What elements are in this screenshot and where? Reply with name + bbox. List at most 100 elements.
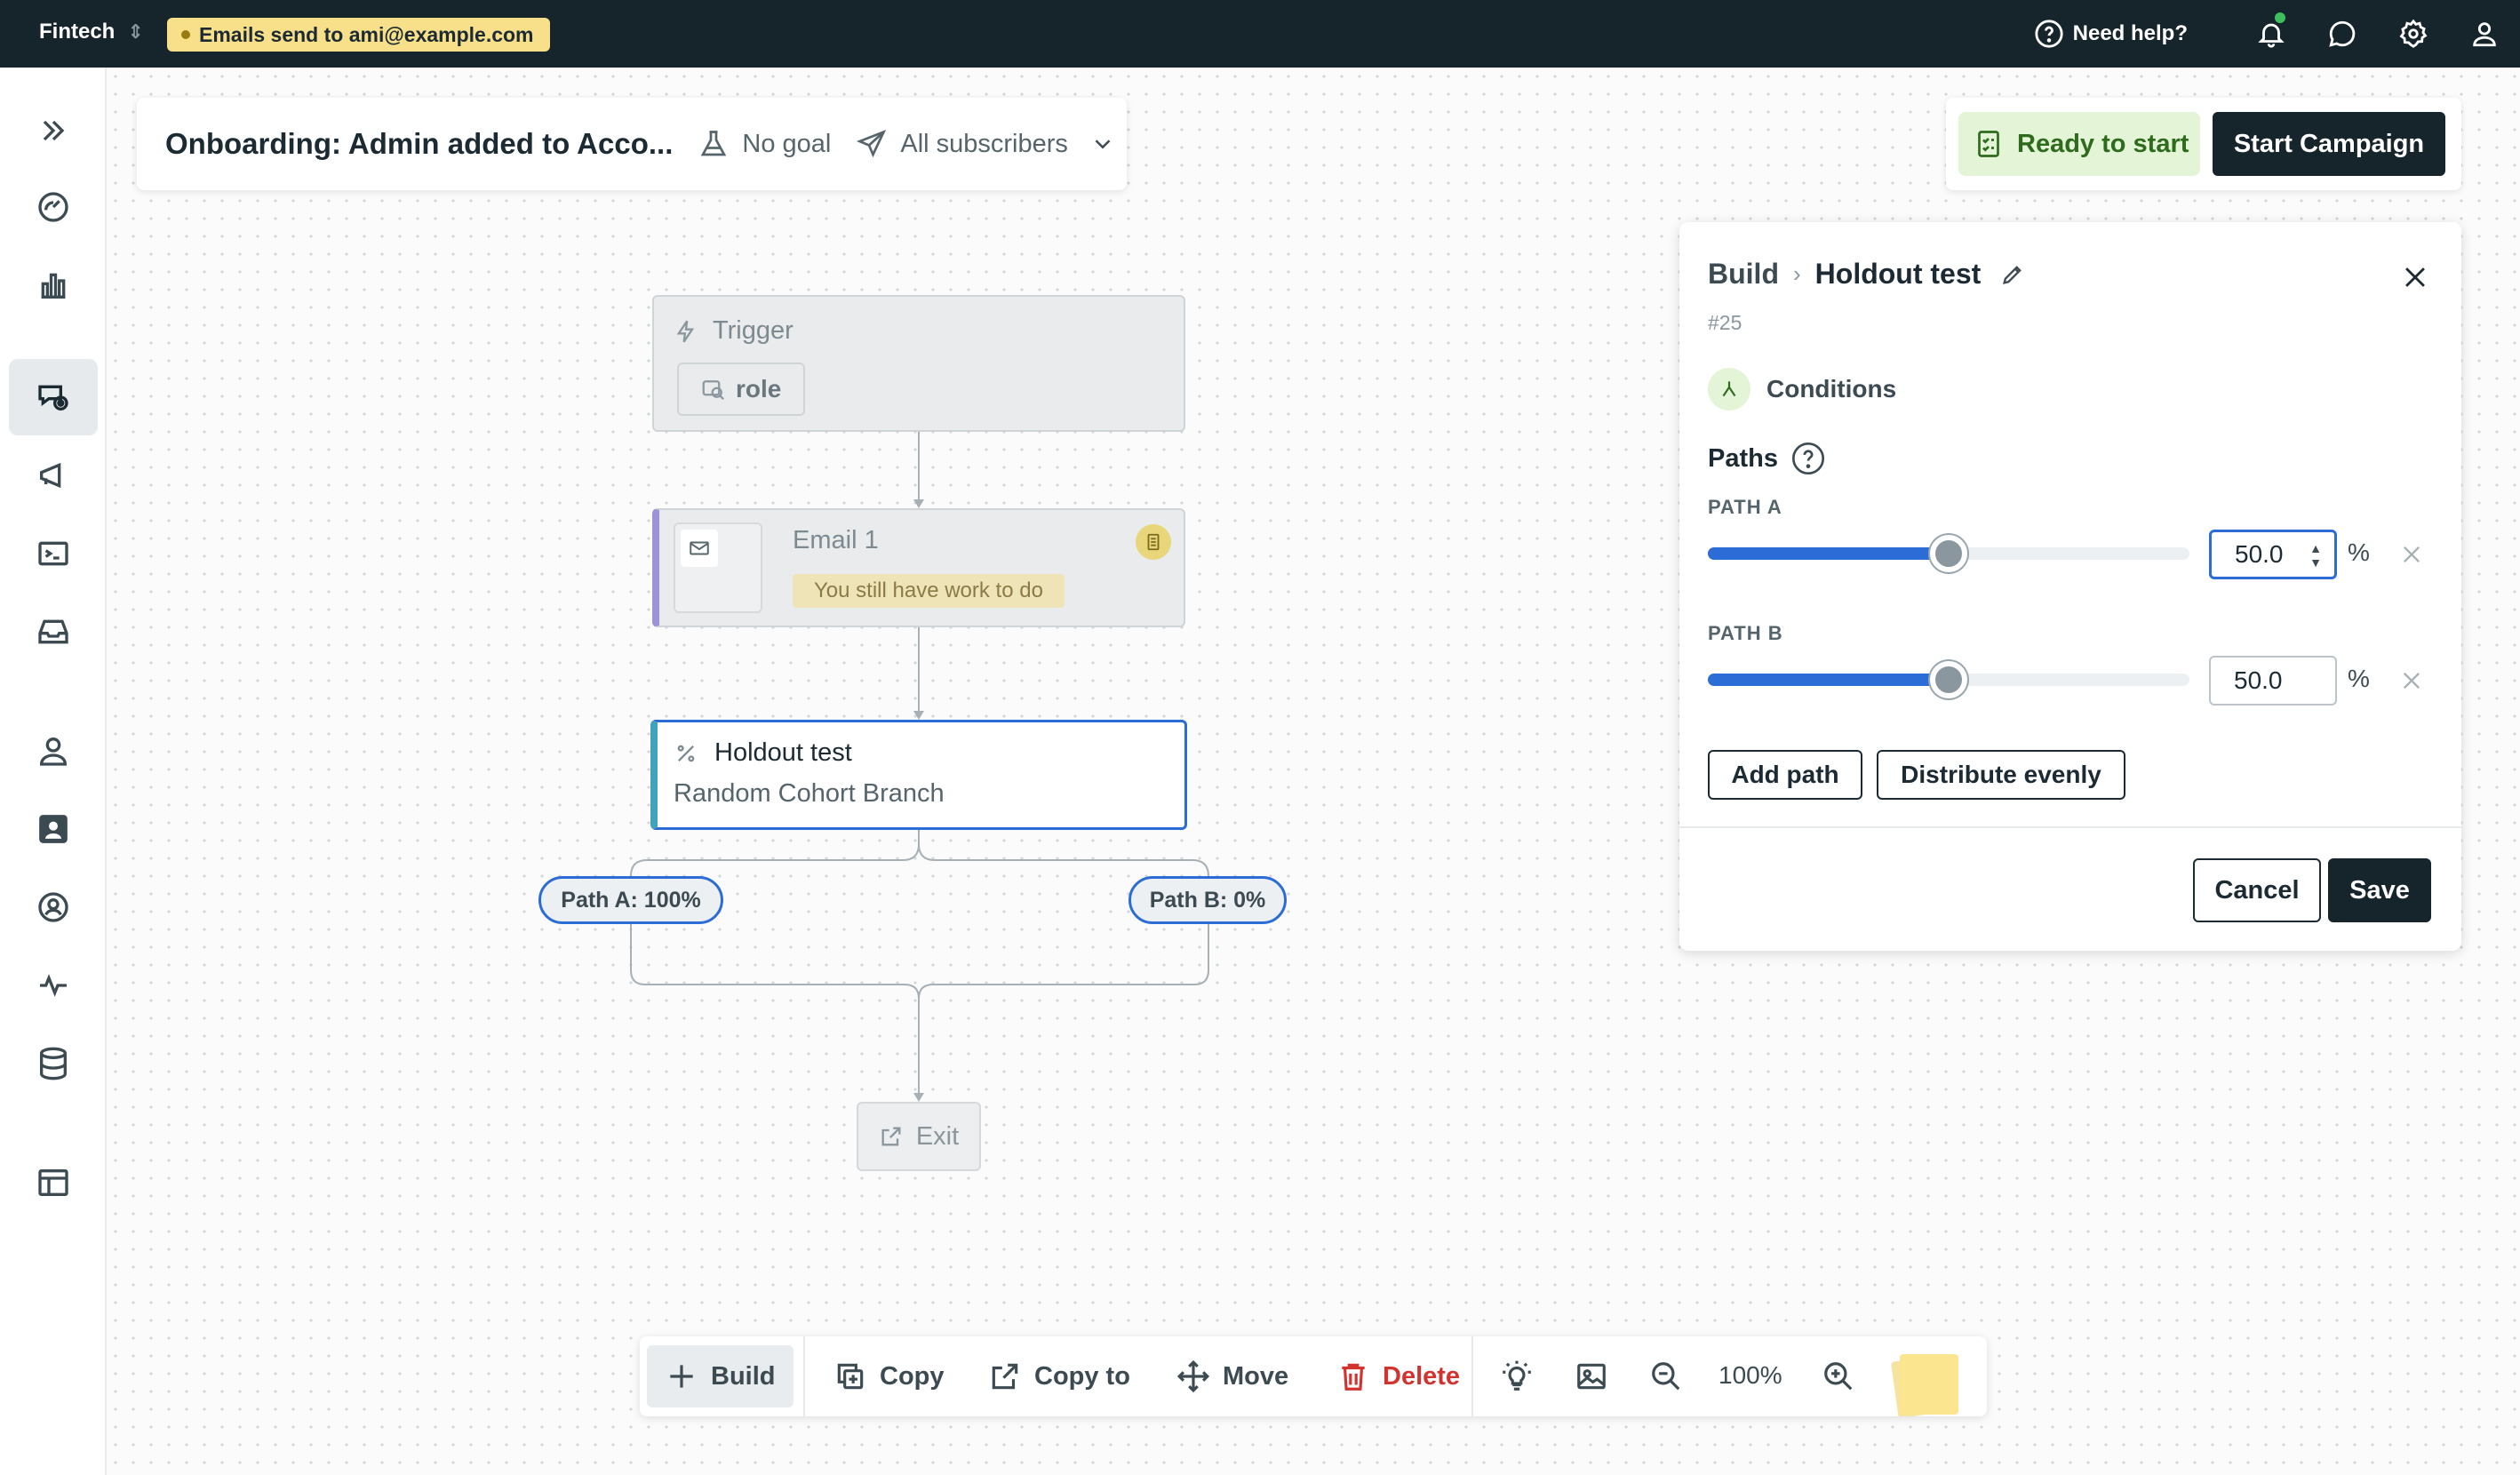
sidebar-item-accounts[interactable] bbox=[9, 869, 98, 945]
close-panel-button[interactable] bbox=[2396, 258, 2435, 297]
sidebar-item-analytics[interactable] bbox=[9, 247, 98, 323]
sticky-note-icon[interactable] bbox=[1891, 1349, 1962, 1416]
status-dot-icon bbox=[181, 30, 190, 39]
people-icon bbox=[39, 815, 68, 843]
path-b-pill[interactable]: Path B: 0% bbox=[1128, 876, 1287, 924]
distribute-evenly-button[interactable]: Distribute evenly bbox=[1877, 750, 2125, 800]
audience-selector[interactable]: All subscribers bbox=[856, 128, 1116, 160]
sidebar-item-activity[interactable] bbox=[9, 947, 98, 1024]
cancel-button[interactable]: Cancel bbox=[2193, 858, 2321, 922]
sidebar-item-broadcasts[interactable] bbox=[9, 437, 98, 514]
workspace-switcher[interactable]: Fintech ⇕ bbox=[39, 20, 144, 44]
help-circle-icon[interactable] bbox=[1790, 441, 1826, 476]
exit-label: Exit bbox=[915, 1121, 960, 1151]
start-campaign-button[interactable]: Start Campaign bbox=[2213, 112, 2445, 176]
zoom-out-button[interactable] bbox=[1635, 1345, 1697, 1407]
path-b-slider-thumb[interactable] bbox=[1930, 661, 1967, 698]
copy-to-label: Copy to bbox=[1034, 1361, 1130, 1391]
build-button[interactable]: Build bbox=[647, 1345, 793, 1407]
campaign-title[interactable]: Onboarding: Admin added to Acco... bbox=[165, 127, 673, 161]
dashboard-icon bbox=[38, 192, 68, 222]
path-b-slider[interactable] bbox=[1708, 661, 2189, 698]
sidebar-item-objects[interactable] bbox=[9, 1144, 98, 1221]
path-b-percent-input[interactable]: 50.0 bbox=[2209, 656, 2337, 706]
zoom-in-icon bbox=[1824, 1362, 1853, 1391]
top-bar: Fintech ⇕ Emails send to ami@example.com… bbox=[0, 0, 2520, 68]
user-icon bbox=[2473, 22, 2496, 47]
messages-button[interactable] bbox=[2307, 0, 2378, 68]
document-icon bbox=[1147, 533, 1160, 551]
path-a-slider[interactable] bbox=[1708, 535, 2189, 572]
stepper-arrows-icon[interactable]: ▲ ▼ bbox=[2309, 541, 2322, 570]
move-button[interactable]: Move bbox=[1159, 1345, 1306, 1407]
holdout-node[interactable]: Holdout test Random Cohort Branch bbox=[650, 720, 1187, 830]
email-title: Email 1 bbox=[793, 526, 879, 554]
path-a-percent-input[interactable]: 50.0 ▲ ▼ bbox=[2209, 530, 2337, 579]
remove-path-a-button[interactable] bbox=[2396, 538, 2428, 570]
path-a-value: 50.0 bbox=[2235, 540, 2284, 568]
tips-button[interactable] bbox=[1486, 1345, 1548, 1407]
path-a-pill[interactable]: Path A: 100% bbox=[538, 876, 723, 924]
percent-icon bbox=[677, 745, 695, 761]
envelope-icon-wrap bbox=[681, 530, 718, 567]
bell-icon bbox=[2258, 23, 2285, 48]
sidebar-item-data[interactable] bbox=[9, 1025, 98, 1102]
copy-to-button[interactable]: Copy to bbox=[970, 1345, 1148, 1407]
trigger-node[interactable]: Trigger role bbox=[652, 295, 1185, 432]
delete-button[interactable]: Delete bbox=[1319, 1345, 1478, 1407]
copy-button[interactable]: Copy bbox=[816, 1345, 962, 1407]
close-icon bbox=[2404, 673, 2420, 689]
conditions-icon-wrap bbox=[1708, 368, 1750, 411]
path-a-label: PATH A bbox=[1708, 496, 1782, 518]
campaign-status: Ready to start Start Campaign bbox=[1946, 98, 2461, 190]
paths-heading: Paths bbox=[1708, 441, 1826, 476]
exit-node[interactable]: Exit bbox=[857, 1102, 981, 1171]
sidebar bbox=[0, 68, 107, 1475]
zoom-in-button[interactable] bbox=[1807, 1345, 1870, 1407]
trigger-chip-label: role bbox=[736, 375, 782, 403]
remove-path-b-button[interactable] bbox=[2396, 665, 2428, 697]
image-icon bbox=[1577, 1363, 1606, 1390]
breadcrumb-current: Holdout test bbox=[1814, 258, 1982, 290]
breadcrumb-build[interactable]: Build bbox=[1708, 258, 1779, 291]
notifications-button[interactable] bbox=[2236, 0, 2307, 68]
sidebar-item-segments[interactable] bbox=[9, 791, 98, 867]
external-link-icon bbox=[881, 1127, 901, 1146]
person-icon bbox=[39, 738, 68, 766]
export-image-button[interactable] bbox=[1560, 1345, 1623, 1407]
toolbar-divider bbox=[1471, 1336, 1473, 1416]
data-icon bbox=[40, 1047, 67, 1080]
plus-icon bbox=[670, 1365, 693, 1388]
add-path-button[interactable]: Add path bbox=[1708, 750, 1862, 800]
campaigns-icon bbox=[38, 385, 68, 411]
send-icon bbox=[857, 130, 887, 158]
table-icon bbox=[38, 1169, 68, 1196]
help-icon bbox=[2035, 20, 2063, 48]
goal-selector[interactable]: No goal bbox=[698, 128, 831, 160]
sidebar-item-campaigns[interactable] bbox=[9, 359, 98, 435]
pencil-icon[interactable] bbox=[2000, 262, 2025, 287]
path-a-slider-thumb[interactable] bbox=[1930, 535, 1967, 572]
gear-icon bbox=[2399, 19, 2428, 48]
sidebar-item-inbox[interactable] bbox=[9, 594, 98, 670]
paths-heading-label: Paths bbox=[1708, 443, 1778, 473]
sidebar-expand-button[interactable] bbox=[9, 92, 98, 169]
chat-icon bbox=[2329, 20, 2356, 47]
sidebar-item-dashboard[interactable] bbox=[9, 169, 98, 245]
account-icon bbox=[38, 892, 68, 922]
sidebar-item-transactional[interactable] bbox=[9, 515, 98, 592]
branch-icon bbox=[1722, 381, 1736, 397]
save-button[interactable]: Save bbox=[2328, 858, 2431, 922]
account-button[interactable] bbox=[2449, 0, 2520, 68]
external-link-icon bbox=[992, 1363, 1018, 1390]
panel-divider bbox=[1679, 826, 2461, 828]
holdout-title: Holdout test bbox=[714, 738, 852, 767]
email-node[interactable]: Email 1 You still have work to do bbox=[652, 508, 1185, 627]
help-link[interactable]: Need help? bbox=[2034, 19, 2188, 49]
ready-status-badge: Ready to start bbox=[1958, 112, 2200, 176]
settings-button[interactable] bbox=[2378, 0, 2449, 68]
expand-icon bbox=[43, 120, 65, 141]
sidebar-item-people[interactable] bbox=[9, 713, 98, 789]
trigger-chip[interactable]: role bbox=[677, 363, 805, 416]
path-b-unit: % bbox=[2348, 665, 2370, 692]
